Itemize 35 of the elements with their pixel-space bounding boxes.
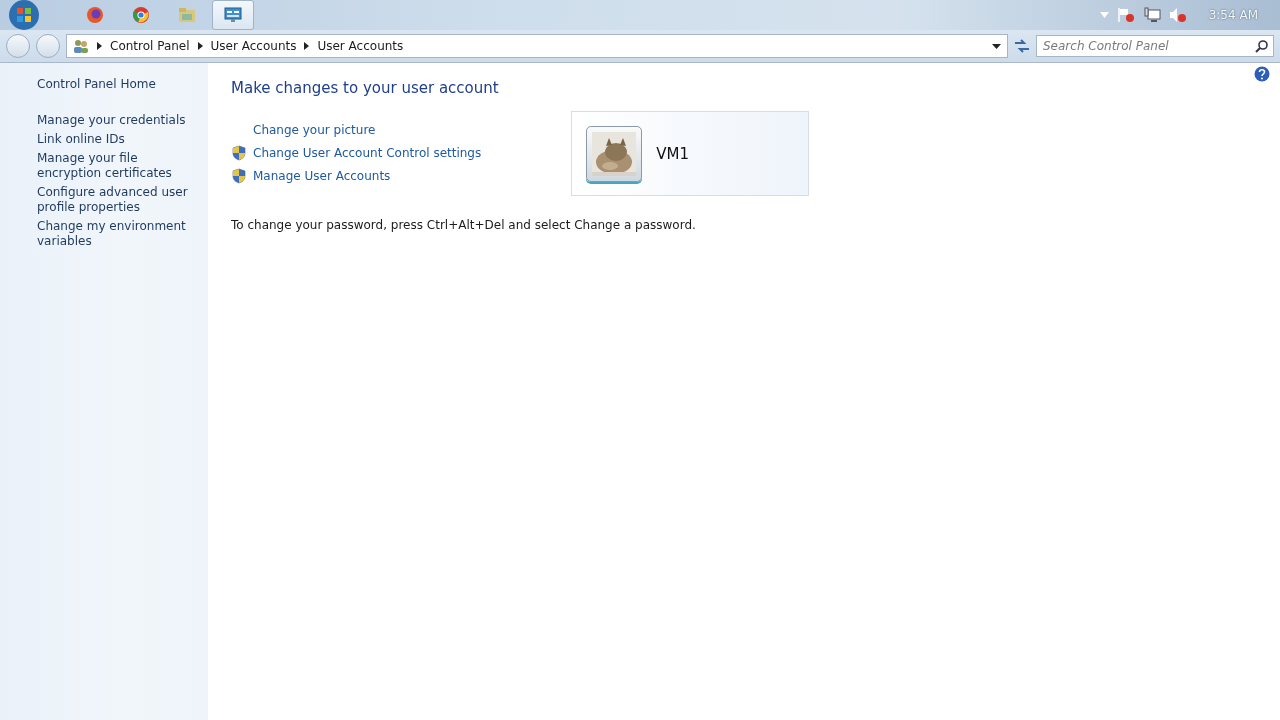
- chevron-icon[interactable]: [97, 42, 102, 50]
- breadcrumb[interactable]: User Accounts: [317, 39, 404, 53]
- firefox-icon[interactable]: [86, 6, 104, 24]
- breadcrumb[interactable]: Control Panel: [110, 39, 190, 53]
- refresh-icon[interactable]: [1014, 39, 1030, 53]
- password-note: To change your password, press Ctrl+Alt+Del and select Change a password.: [231, 218, 697, 232]
- users-icon: [73, 38, 89, 54]
- address-field[interactable]: Control Panel User Accounts User Accounts: [66, 34, 1008, 58]
- breadcrumb[interactable]: User Accounts: [210, 39, 297, 53]
- shield-icon: [231, 144, 247, 161]
- sidebar-link[interactable]: Change my environment variables: [37, 219, 190, 249]
- sidebar-link[interactable]: Link online IDs: [37, 132, 190, 147]
- account-name: VM1: [656, 144, 689, 163]
- chevron-icon[interactable]: [197, 42, 203, 50]
- flag-icon[interactable]: [1116, 7, 1135, 23]
- task-link[interactable]: Manage User Accounts: [253, 168, 391, 183]
- sidebar-link[interactable]: Configure advanced user profile properties: [37, 185, 190, 215]
- chevron-icon[interactable]: [304, 42, 310, 50]
- task-link[interactable]: Change your picture: [253, 122, 376, 137]
- dropdown-icon[interactable]: [992, 43, 1001, 49]
- search-field[interactable]: Search Control Panel: [1036, 35, 1274, 57]
- speaker-muted-icon[interactable]: [1168, 7, 1187, 23]
- sidebar-link[interactable]: Manage your credentials: [37, 113, 190, 128]
- sidebar-link[interactable]: Manage your file encryption certificates: [37, 151, 190, 181]
- page-title: Make changes to your user account: [231, 79, 500, 97]
- control-panel-icon[interactable]: [224, 6, 242, 24]
- network-icon[interactable]: [1142, 7, 1161, 23]
- shield-icon: [231, 167, 247, 184]
- chrome-icon[interactable]: [132, 6, 150, 24]
- sidebar-link[interactable]: Control Panel Home: [37, 77, 190, 92]
- start-button[interactable]: [6, 0, 42, 31]
- search-icon: [1255, 40, 1268, 53]
- help-icon[interactable]: [1254, 66, 1270, 82]
- taskbar-app[interactable]: [212, 0, 254, 30]
- task-link[interactable]: Change User Account Control settings: [253, 145, 482, 160]
